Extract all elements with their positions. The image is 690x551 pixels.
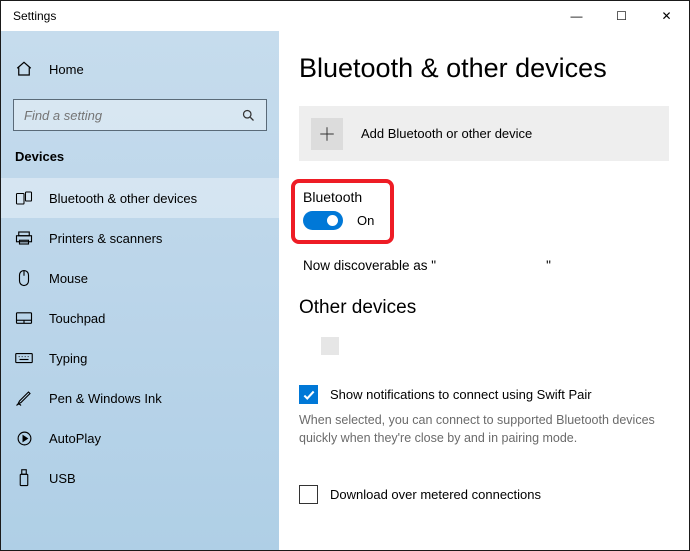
metered-row[interactable]: Download over metered connections [299, 485, 669, 504]
metered-checkbox[interactable] [299, 485, 318, 504]
discoverable-text: Now discoverable as "" [303, 258, 669, 273]
content-pane: Bluetooth & other devices Add Bluetooth … [279, 31, 689, 550]
sidebar-item-label: Printers & scanners [49, 231, 162, 246]
sidebar-item-printers[interactable]: Printers & scanners [1, 218, 279, 258]
sidebar-item-label: Bluetooth & other devices [49, 191, 197, 206]
search-icon [241, 108, 256, 123]
sidebar-item-usb[interactable]: USB [1, 458, 279, 498]
sidebar-item-label: USB [49, 471, 76, 486]
search-input[interactable] [24, 108, 233, 123]
bluetooth-toggle[interactable] [303, 211, 343, 230]
window-title: Settings [13, 9, 554, 23]
swift-pair-checkbox[interactable] [299, 385, 318, 404]
add-device-label: Add Bluetooth or other device [361, 126, 532, 141]
sidebar-item-label: Pen & Windows Ink [49, 391, 162, 406]
sidebar-item-bluetooth[interactable]: Bluetooth & other devices [1, 178, 279, 218]
pen-icon [15, 389, 33, 407]
home-label: Home [49, 62, 84, 77]
sidebar-item-label: Mouse [49, 271, 88, 286]
bluetooth-state: On [357, 213, 374, 228]
autoplay-icon [15, 429, 33, 447]
other-devices-heading: Other devices [299, 297, 669, 319]
keyboard-icon [15, 349, 33, 367]
maximize-button[interactable]: ☐ [599, 1, 644, 31]
home-icon [15, 60, 33, 78]
swift-pair-help: When selected, you can connect to suppor… [299, 412, 669, 447]
sidebar-item-mouse[interactable]: Mouse [1, 258, 279, 298]
toggle-knob [327, 215, 338, 226]
swift-pair-label: Show notifications to connect using Swif… [330, 387, 592, 402]
swift-pair-row[interactable]: Show notifications to connect using Swif… [299, 385, 669, 404]
sidebar-item-typing[interactable]: Typing [1, 338, 279, 378]
minimize-button[interactable]: — [554, 1, 599, 31]
sidebar-item-touchpad[interactable]: Touchpad [1, 298, 279, 338]
sidebar: Home Devices Bluetooth & other devices P… [1, 31, 279, 550]
titlebar: Settings — ☐ ✕ [1, 1, 689, 31]
close-button[interactable]: ✕ [644, 1, 689, 31]
metered-label: Download over metered connections [330, 487, 541, 502]
mouse-icon [15, 269, 33, 287]
sidebar-item-autoplay[interactable]: AutoPlay [1, 418, 279, 458]
bluetooth-heading: Bluetooth [301, 189, 374, 205]
touchpad-icon [15, 309, 33, 327]
usb-icon [15, 469, 33, 487]
device-item-placeholder[interactable] [321, 337, 339, 355]
sidebar-item-label: Touchpad [49, 311, 105, 326]
search-box[interactable] [13, 99, 267, 131]
page-title: Bluetooth & other devices [299, 53, 669, 84]
section-devices: Devices [1, 149, 279, 178]
add-device-card[interactable]: Add Bluetooth or other device [299, 106, 669, 161]
sidebar-item-label: AutoPlay [49, 431, 101, 446]
home-nav[interactable]: Home [1, 49, 279, 89]
sidebar-item-pen[interactable]: Pen & Windows Ink [1, 378, 279, 418]
bluetooth-highlight: Bluetooth On [291, 179, 394, 244]
printer-icon [15, 229, 33, 247]
sidebar-item-label: Typing [49, 351, 87, 366]
bluetooth-devices-icon [15, 189, 33, 207]
plus-icon [311, 118, 343, 150]
